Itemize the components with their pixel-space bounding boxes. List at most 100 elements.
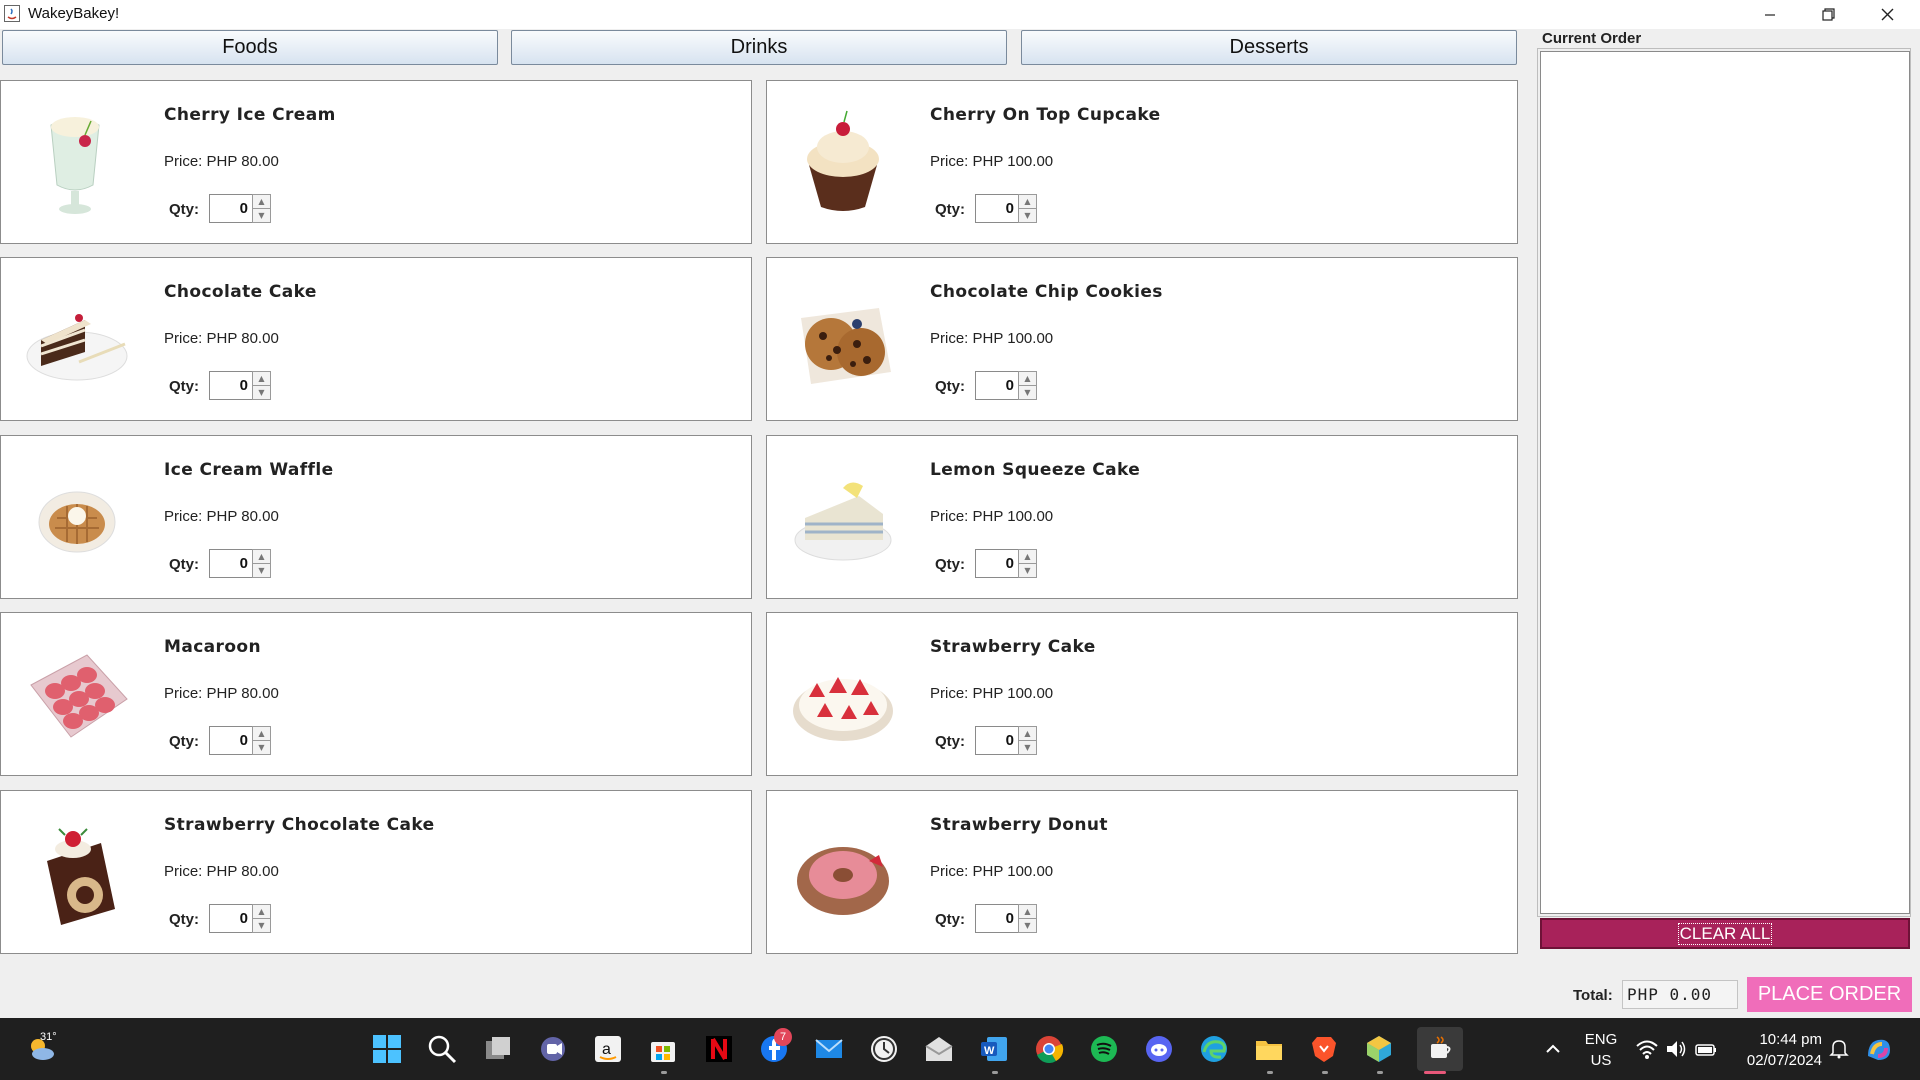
svg-text:a: a [602, 1041, 611, 1058]
qty-label: Qty: [169, 733, 199, 750]
word-icon[interactable]: W [977, 1032, 1011, 1066]
running-indicator [1267, 1071, 1273, 1074]
item-name: Strawberry Chocolate Cake [164, 815, 435, 835]
start-icon[interactable] [370, 1032, 404, 1066]
discord-icon[interactable] [1142, 1032, 1176, 1066]
increment-button[interactable]: ▲ [252, 194, 271, 209]
order-list[interactable] [1540, 51, 1910, 914]
chrome-icon[interactable] [1032, 1032, 1066, 1066]
quantity-stepper: 0 ▲ ▼ [209, 726, 271, 755]
quantity-field[interactable]: 0 [209, 549, 253, 578]
increment-button[interactable]: ▲ [1018, 726, 1037, 741]
decrement-button[interactable]: ▼ [1018, 208, 1037, 223]
place-order-button[interactable]: PLACE ORDER [1747, 977, 1912, 1012]
macaroon-image [21, 635, 131, 755]
decrement-button[interactable]: ▼ [252, 918, 271, 933]
item-price: Price: PHP 80.00 [164, 685, 279, 702]
quantity-field[interactable]: 0 [975, 549, 1019, 578]
decrement-button[interactable]: ▼ [252, 563, 271, 578]
increment-button[interactable]: ▲ [1018, 549, 1037, 564]
quantity-stepper: 0 ▲ ▼ [975, 194, 1037, 223]
decrement-button[interactable]: ▼ [1018, 385, 1037, 400]
volume-icon[interactable] [1659, 1032, 1693, 1066]
task-view-icon[interactable] [481, 1032, 515, 1066]
increment-button[interactable]: ▲ [1018, 904, 1037, 919]
quantity-field[interactable]: 0 [209, 904, 253, 933]
qty-label: Qty: [169, 378, 199, 395]
decrement-button[interactable]: ▼ [252, 385, 271, 400]
quantity-field[interactable]: 0 [209, 194, 253, 223]
decrement-button[interactable]: ▼ [1018, 563, 1037, 578]
mail-icon[interactable] [812, 1032, 846, 1066]
file-explorer-icon[interactable] [1252, 1032, 1286, 1066]
chevron-up-icon[interactable] [1536, 1032, 1570, 1066]
item-name: Lemon Squeeze Cake [930, 460, 1141, 480]
decrement-button[interactable]: ▼ [252, 740, 271, 755]
increment-button[interactable]: ▲ [252, 726, 271, 741]
strawberry-donut-image [787, 813, 897, 933]
quantity-stepper: 0 ▲ ▼ [209, 904, 271, 933]
decrement-button[interactable]: ▼ [1018, 740, 1037, 755]
app-icon[interactable] [1362, 1032, 1396, 1066]
restore-button[interactable] [1799, 0, 1857, 29]
close-button[interactable] [1858, 0, 1916, 29]
teams-icon[interactable] [536, 1032, 570, 1066]
notifications-icon[interactable] [1822, 1032, 1856, 1066]
decrement-button[interactable]: ▼ [252, 208, 271, 223]
copilot-icon[interactable] [1862, 1032, 1896, 1066]
item-price: Price: PHP 100.00 [930, 685, 1054, 702]
quantity-field[interactable]: 0 [975, 371, 1019, 400]
search-icon[interactable] [425, 1032, 459, 1066]
mail-alt-icon[interactable] [922, 1032, 956, 1066]
java-icon[interactable] [1417, 1027, 1463, 1071]
qty-label: Qty: [935, 556, 965, 573]
language-indicator[interactable]: ENG [1580, 1031, 1622, 1048]
active-indicator [1424, 1071, 1446, 1074]
qty-label: Qty: [169, 911, 199, 928]
clock-time[interactable]: 10:44 pm [1728, 1031, 1822, 1048]
item-card: Cherry On Top Cupcake Price: PHP 100.00 … [766, 80, 1518, 244]
region-indicator[interactable]: US [1580, 1052, 1622, 1069]
item-name: Ice Cream Waffle [164, 460, 334, 480]
qty-label: Qty: [935, 378, 965, 395]
item-name: Cherry Ice Cream [164, 105, 336, 125]
quantity-field[interactable]: 0 [975, 904, 1019, 933]
item-price: Price: PHP 80.00 [164, 330, 279, 347]
increment-button[interactable]: ▲ [252, 904, 271, 919]
total-label: Total: [1573, 987, 1613, 1004]
quantity-stepper: 0 ▲ ▼ [209, 194, 271, 223]
quantity-field[interactable]: 0 [209, 726, 253, 755]
item-card: Cherry Ice Cream Price: PHP 80.00 Qty: 0… [0, 80, 752, 244]
increment-button[interactable]: ▲ [1018, 371, 1037, 386]
minimize-button[interactable] [1741, 0, 1799, 29]
notification-badge: 7 [774, 1028, 792, 1046]
quantity-field[interactable]: 0 [975, 726, 1019, 755]
decrement-button[interactable]: ▼ [1018, 918, 1037, 933]
quantity-field[interactable]: 0 [209, 371, 253, 400]
item-card: Lemon Squeeze Cake Price: PHP 100.00 Qty… [766, 435, 1518, 599]
increment-button[interactable]: ▲ [252, 549, 271, 564]
foods-category-button[interactable]: Foods [2, 30, 498, 65]
edge-icon[interactable] [1197, 1032, 1231, 1066]
qty-label: Qty: [935, 201, 965, 218]
store-icon[interactable] [646, 1032, 680, 1066]
clock-date[interactable]: 02/07/2024 [1728, 1052, 1822, 1069]
desserts-category-button[interactable]: Desserts [1021, 30, 1517, 65]
item-name: Cherry On Top Cupcake [930, 105, 1161, 125]
running-indicator [1377, 1071, 1383, 1074]
item-price: Price: PHP 100.00 [930, 153, 1054, 170]
clear-all-label: CLEAR ALL [1677, 922, 1773, 945]
item-price: Price: PHP 80.00 [164, 508, 279, 525]
clear-all-button[interactable]: CLEAR ALL [1540, 918, 1910, 949]
cherry-cupcake-image [787, 103, 897, 223]
increment-button[interactable]: ▲ [252, 371, 271, 386]
battery-icon[interactable] [1689, 1032, 1723, 1066]
clock-icon[interactable] [867, 1032, 901, 1066]
drinks-category-button[interactable]: Drinks [511, 30, 1007, 65]
netflix-icon[interactable] [702, 1032, 736, 1066]
spotify-icon[interactable] [1087, 1032, 1121, 1066]
brave-icon[interactable] [1307, 1032, 1341, 1066]
amazon-icon[interactable]: a [591, 1032, 625, 1066]
quantity-field[interactable]: 0 [975, 194, 1019, 223]
increment-button[interactable]: ▲ [1018, 194, 1037, 209]
